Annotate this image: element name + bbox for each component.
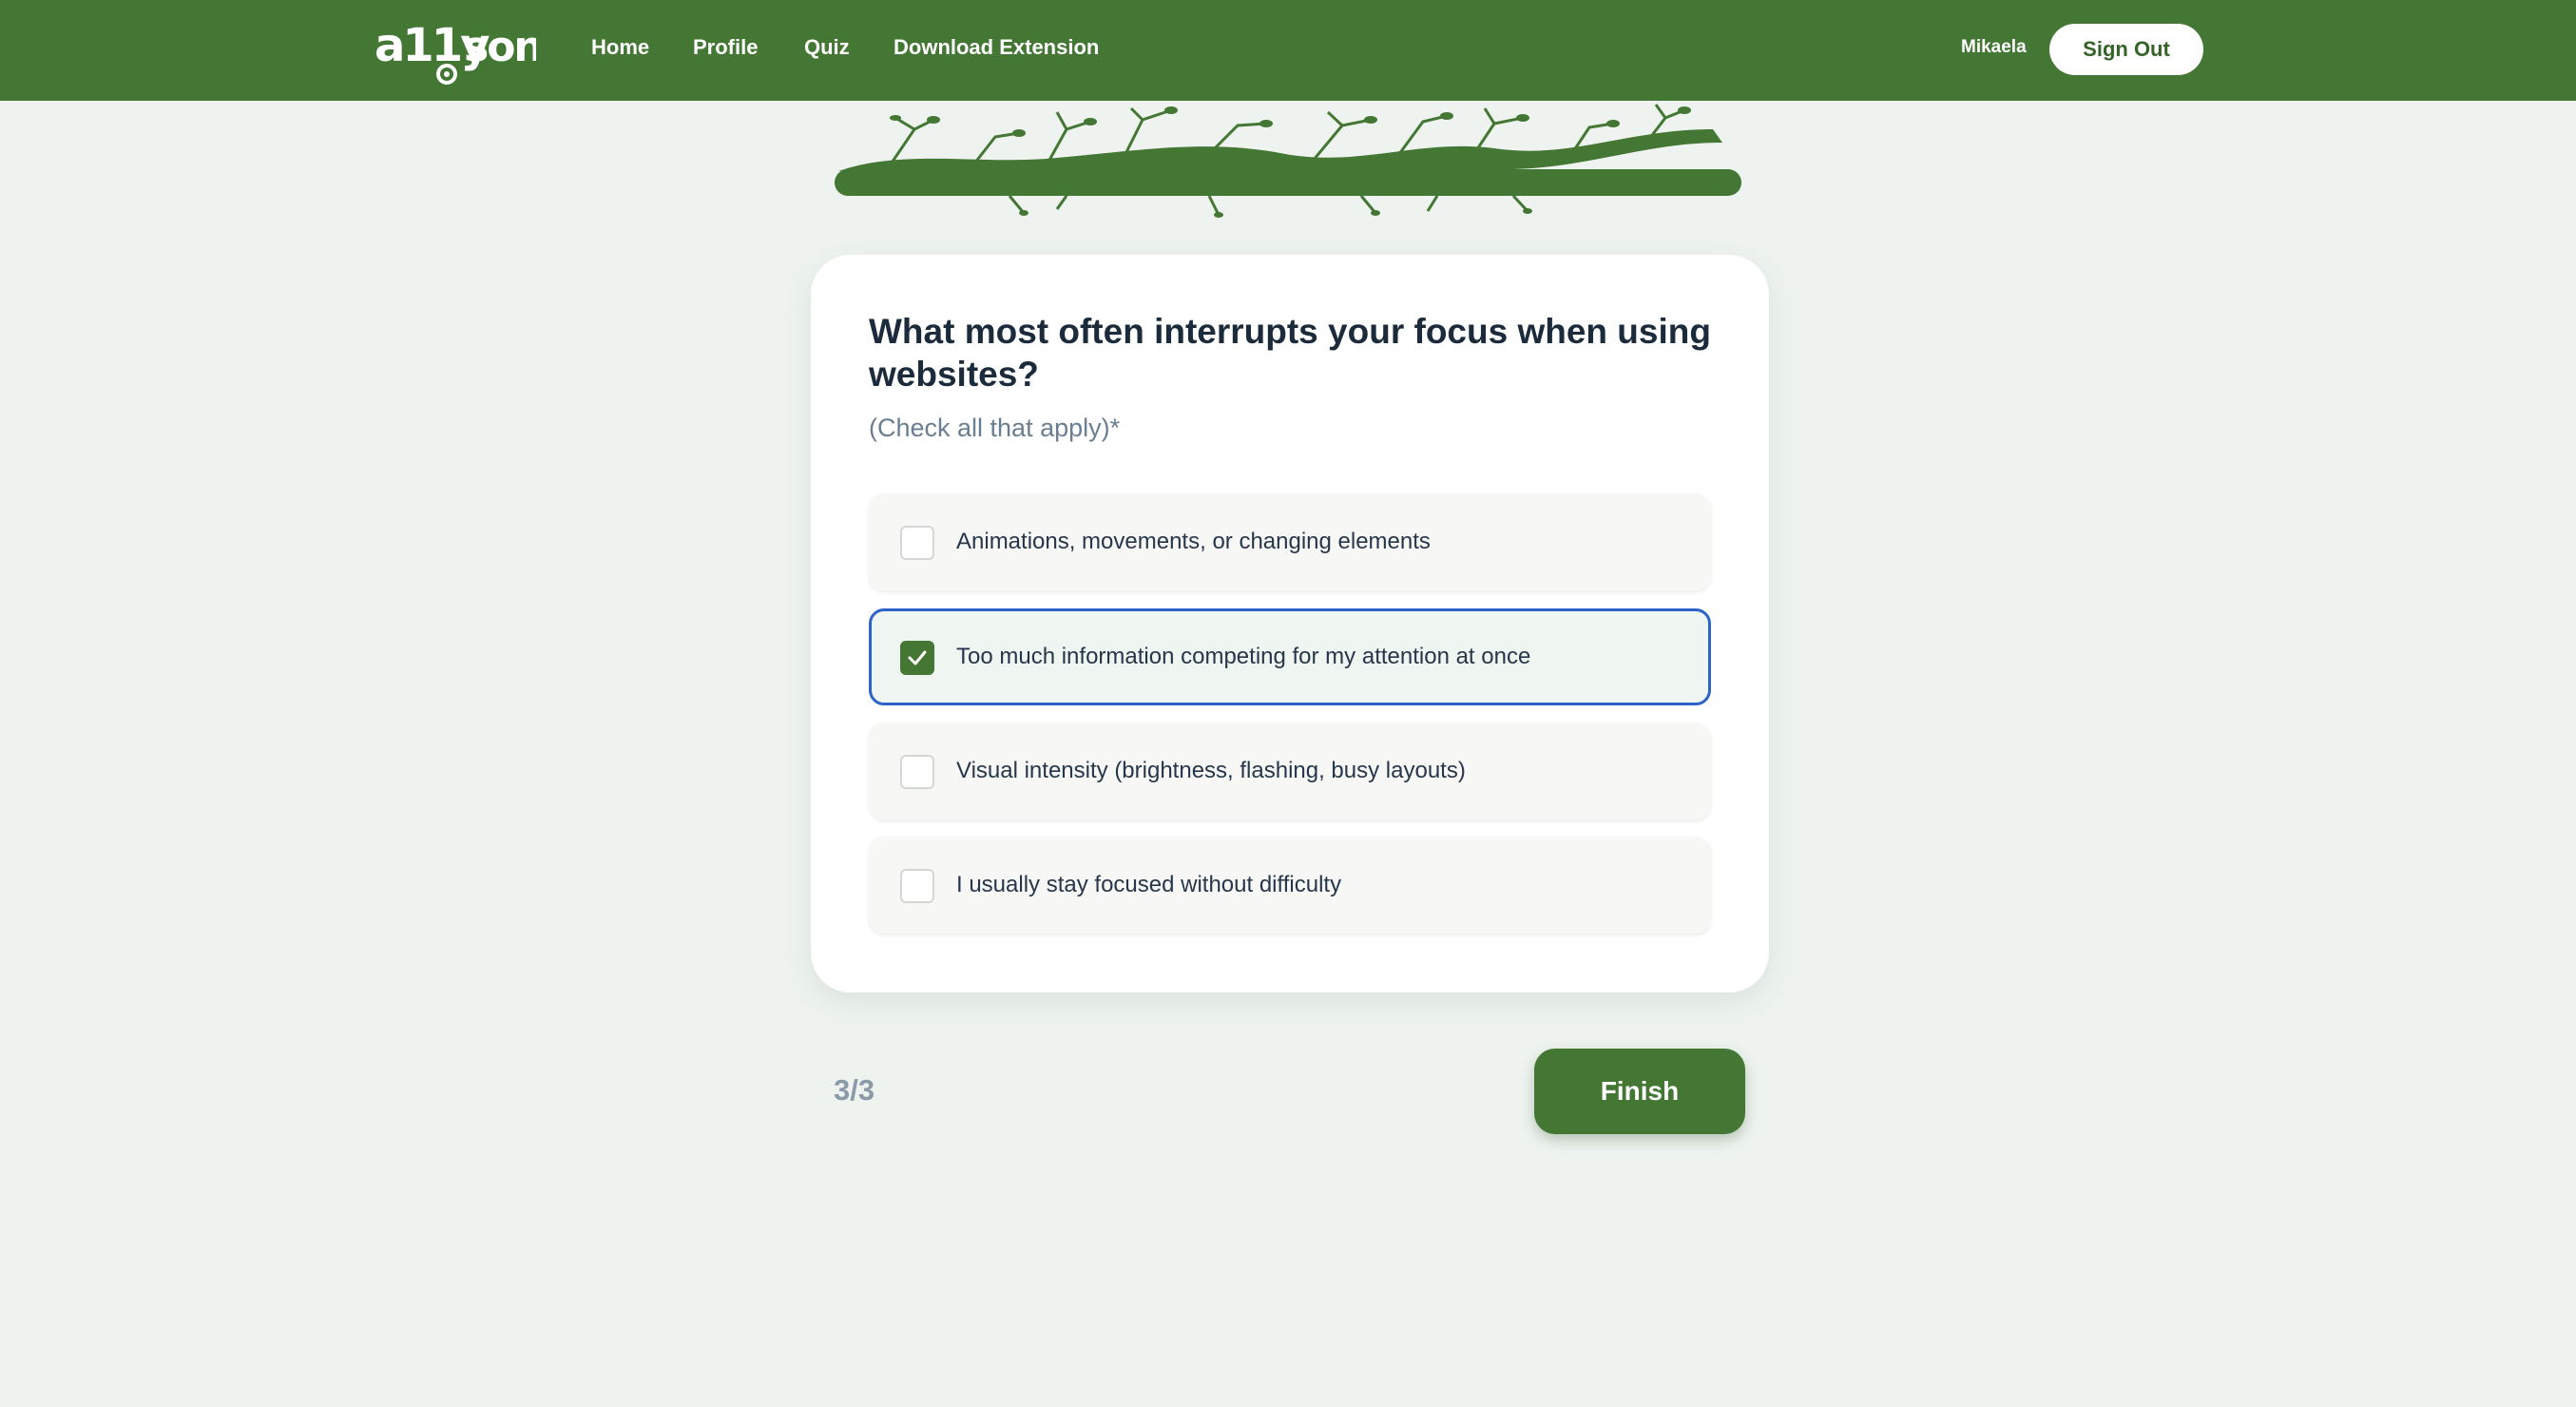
top-navbar: a11y son Home Profile Quiz Download Exte… — [0, 0, 2576, 101]
option-too-much-information[interactable]: Too much information competing for my at… — [869, 608, 1711, 705]
question-title: What most often interrupts your focus wh… — [869, 312, 1711, 394]
vine-branch-decoration — [835, 104, 1741, 218]
a11yson-logo[interactable]: a11y son — [375, 11, 536, 87]
checkbox-unchecked[interactable] — [900, 755, 934, 789]
option-label: I usually stay focused without difficult… — [956, 872, 1342, 897]
checkbox-checked[interactable] — [900, 641, 934, 675]
question-hint: (Check all that apply)* — [869, 414, 1121, 442]
sign-out-button[interactable]: Sign Out — [2049, 24, 2203, 75]
option-label: Animations, movements, or changing eleme… — [956, 529, 1431, 554]
nav-download-extension-link[interactable]: Download Extension — [894, 35, 1099, 60]
option-label: Visual intensity (brightness, flashing, … — [956, 758, 1466, 783]
option-animations[interactable]: Animations, movements, or changing eleme… — [869, 493, 1711, 590]
checkbox-unchecked[interactable] — [900, 869, 934, 903]
nav-home-link[interactable]: Home — [591, 35, 649, 60]
username-label: Mikaela — [1961, 37, 2027, 57]
check-icon — [908, 650, 927, 665]
question-progress-counter: 3/3 — [834, 1073, 875, 1107]
svg-text:son: son — [464, 23, 536, 71]
option-visual-intensity[interactable]: Visual intensity (brightness, flashing, … — [869, 723, 1711, 819]
option-label: Too much information competing for my at… — [956, 644, 1531, 669]
checkbox-unchecked[interactable] — [900, 526, 934, 560]
finish-button[interactable]: Finish — [1534, 1049, 1745, 1134]
quiz-question-card: What most often interrupts your focus wh… — [811, 255, 1769, 993]
option-stay-focused[interactable]: I usually stay focused without difficult… — [869, 837, 1711, 934]
nav-quiz-link[interactable]: Quiz — [804, 35, 850, 60]
nav-profile-link[interactable]: Profile — [693, 35, 758, 60]
